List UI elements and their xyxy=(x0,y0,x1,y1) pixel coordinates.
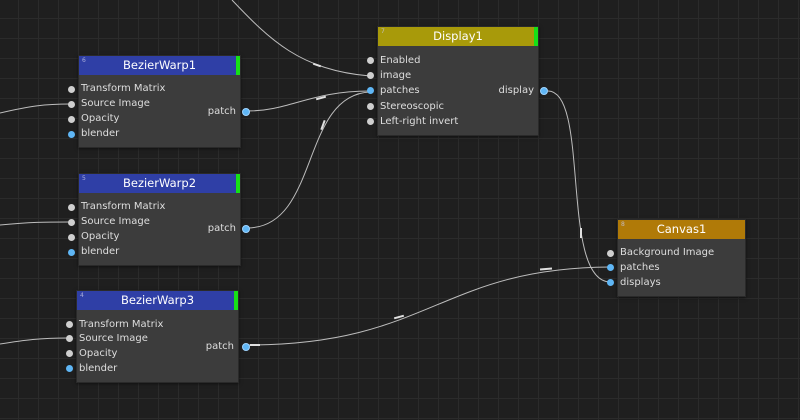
input-port-dot[interactable] xyxy=(607,250,614,257)
input-port-dot[interactable] xyxy=(66,350,73,357)
input-port-dot[interactable] xyxy=(367,87,374,94)
input-port-dot[interactable] xyxy=(66,365,73,372)
input-port-dot[interactable] xyxy=(367,57,374,64)
node-id: 4 xyxy=(80,292,84,299)
input-port-source-image: Source Image xyxy=(81,216,150,227)
input-port-enabled: Enabled xyxy=(380,55,421,66)
input-port-transform-matrix: Transform Matrix xyxy=(79,319,164,330)
wire-incoming-bezier3-source[interactable] xyxy=(0,337,69,345)
active-indicator xyxy=(234,291,238,310)
node-title: BezierWarp2 xyxy=(122,176,197,190)
node-header[interactable]: 8 Canvas1 xyxy=(618,220,745,239)
node-id: 8 xyxy=(621,221,625,228)
input-port-opacity: Opacity xyxy=(81,113,120,124)
input-port-source-image: Source Image xyxy=(79,333,148,344)
wire-incoming-display-image[interactable] xyxy=(231,0,371,77)
input-port-dot[interactable] xyxy=(68,116,75,123)
input-port-dot[interactable] xyxy=(607,279,614,286)
node-title: Display1 xyxy=(433,29,483,43)
input-port-source-image: Source Image xyxy=(81,98,150,109)
input-port-blender: blender xyxy=(81,128,120,139)
active-indicator xyxy=(236,174,240,193)
output-port-dot[interactable] xyxy=(242,225,250,233)
node-title: Canvas1 xyxy=(656,222,707,236)
input-port-transform-matrix: Transform Matrix xyxy=(81,201,166,212)
input-port-opacity: Opacity xyxy=(79,348,118,359)
node-bezierwarp2[interactable]: 5 BezierWarp2 Transform Matrix Source Im… xyxy=(68,173,250,266)
node-header[interactable]: 7 Display1 xyxy=(378,27,538,46)
wire-bezier1-to-display-patches[interactable] xyxy=(246,90,371,112)
input-port-dot[interactable] xyxy=(607,264,614,271)
node-canvas1[interactable]: 8 Canvas1 Background Image patches displ… xyxy=(607,219,746,297)
node-graph-canvas[interactable]: 7 Display1 Enabled image patches Stereos… xyxy=(0,0,800,420)
node-display1[interactable]: 7 Display1 Enabled image patches Stereos… xyxy=(367,26,548,136)
input-port-dot[interactable] xyxy=(68,234,75,241)
node-id: 5 xyxy=(82,175,86,182)
output-port-patch: patch xyxy=(207,223,236,234)
input-port-dot[interactable] xyxy=(68,249,75,256)
input-port-dot[interactable] xyxy=(68,86,75,93)
input-port-patches: patches xyxy=(380,85,420,96)
input-port-dot[interactable] xyxy=(68,219,75,226)
output-port-dot[interactable] xyxy=(242,343,250,351)
output-port-dot[interactable] xyxy=(540,87,548,95)
input-port-dot[interactable] xyxy=(68,131,75,138)
node-header[interactable]: 5 BezierWarp2 xyxy=(79,174,240,193)
input-port-blender: blender xyxy=(81,246,120,257)
output-port-dot[interactable] xyxy=(242,108,250,116)
input-port-background-image: Background Image xyxy=(620,247,715,258)
input-port-patches: patches xyxy=(620,262,660,273)
input-port-image: image xyxy=(380,70,412,81)
input-port-transform-matrix: Transform Matrix xyxy=(81,83,166,94)
wire-bezier3-to-canvas-patches[interactable] xyxy=(246,266,611,346)
wire-incoming-bezier1-source[interactable] xyxy=(0,103,71,114)
input-port-left-right-invert: Left-right invert xyxy=(380,116,459,127)
input-port-dot[interactable] xyxy=(367,118,374,125)
input-port-dot[interactable] xyxy=(66,335,73,342)
input-port-dot[interactable] xyxy=(68,204,75,211)
node-id: 6 xyxy=(82,57,86,64)
wire-incoming-bezier2-source[interactable] xyxy=(0,221,71,226)
active-indicator xyxy=(236,56,240,75)
node-title: BezierWarp1 xyxy=(122,58,197,72)
input-port-blender: blender xyxy=(79,363,118,374)
input-port-dot[interactable] xyxy=(367,72,374,79)
wire-bezier2-to-display-patches[interactable] xyxy=(246,91,371,229)
input-port-dot[interactable] xyxy=(367,103,374,110)
wire-display-to-canvas-displays[interactable] xyxy=(547,90,611,283)
node-id: 7 xyxy=(381,28,385,35)
input-port-displays: displays xyxy=(620,277,661,288)
input-port-dot[interactable] xyxy=(68,101,75,108)
output-port-patch: patch xyxy=(205,341,234,352)
node-bezierwarp1[interactable]: 6 BezierWarp1 Transform Matrix Source Im… xyxy=(68,55,250,148)
node-bezierwarp3[interactable]: 4 BezierWarp3 Transform Matrix Source Im… xyxy=(66,290,250,383)
input-port-dot[interactable] xyxy=(66,321,73,328)
input-port-opacity: Opacity xyxy=(81,231,120,242)
input-port-stereoscopic: Stereoscopic xyxy=(380,101,445,112)
node-title: BezierWarp3 xyxy=(120,293,195,307)
output-port-patch: patch xyxy=(207,106,236,117)
node-header[interactable]: 6 BezierWarp1 xyxy=(79,56,240,75)
output-port-display: display xyxy=(498,85,534,96)
active-indicator xyxy=(534,27,538,46)
node-header[interactable]: 4 BezierWarp3 xyxy=(77,291,238,310)
